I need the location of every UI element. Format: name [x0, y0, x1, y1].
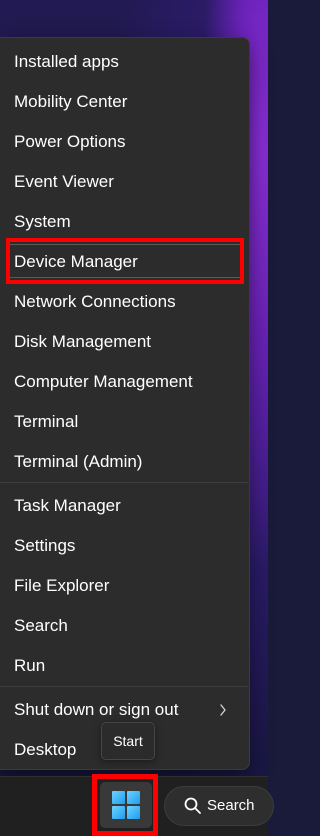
search-icon — [183, 796, 203, 816]
menu-item-task-manager[interactable]: Task Manager — [0, 486, 248, 526]
quick-link-menu: Installed apps Mobility Center Power Opt… — [0, 37, 250, 770]
menu-item-label: Shut down or sign out — [14, 700, 179, 719]
menu-item-file-explorer[interactable]: File Explorer — [0, 566, 248, 606]
menu-item-device-manager[interactable]: Device Manager — [0, 242, 248, 282]
menu-divider — [0, 686, 248, 687]
start-button[interactable] — [100, 782, 152, 828]
start-tooltip: Start — [101, 722, 155, 760]
menu-item-network-connections[interactable]: Network Connections — [0, 282, 248, 322]
menu-item-power-options[interactable]: Power Options — [0, 122, 248, 162]
menu-item-mobility-center[interactable]: Mobility Center — [0, 82, 248, 122]
menu-divider — [0, 482, 248, 483]
menu-item-settings[interactable]: Settings — [0, 526, 248, 566]
windows-logo-icon — [112, 791, 140, 819]
menu-item-installed-apps[interactable]: Installed apps — [0, 42, 248, 82]
menu-item-search[interactable]: Search — [0, 606, 248, 646]
menu-item-run[interactable]: Run — [0, 646, 248, 686]
taskbar-search-button[interactable]: Search — [164, 786, 274, 826]
menu-item-disk-management[interactable]: Disk Management — [0, 322, 248, 362]
menu-item-terminal[interactable]: Terminal — [0, 402, 248, 442]
menu-item-event-viewer[interactable]: Event Viewer — [0, 162, 248, 202]
menu-item-computer-management[interactable]: Computer Management — [0, 362, 248, 402]
search-label: Search — [207, 797, 255, 814]
menu-item-system[interactable]: System — [0, 202, 248, 242]
menu-item-terminal-admin[interactable]: Terminal (Admin) — [0, 442, 248, 482]
